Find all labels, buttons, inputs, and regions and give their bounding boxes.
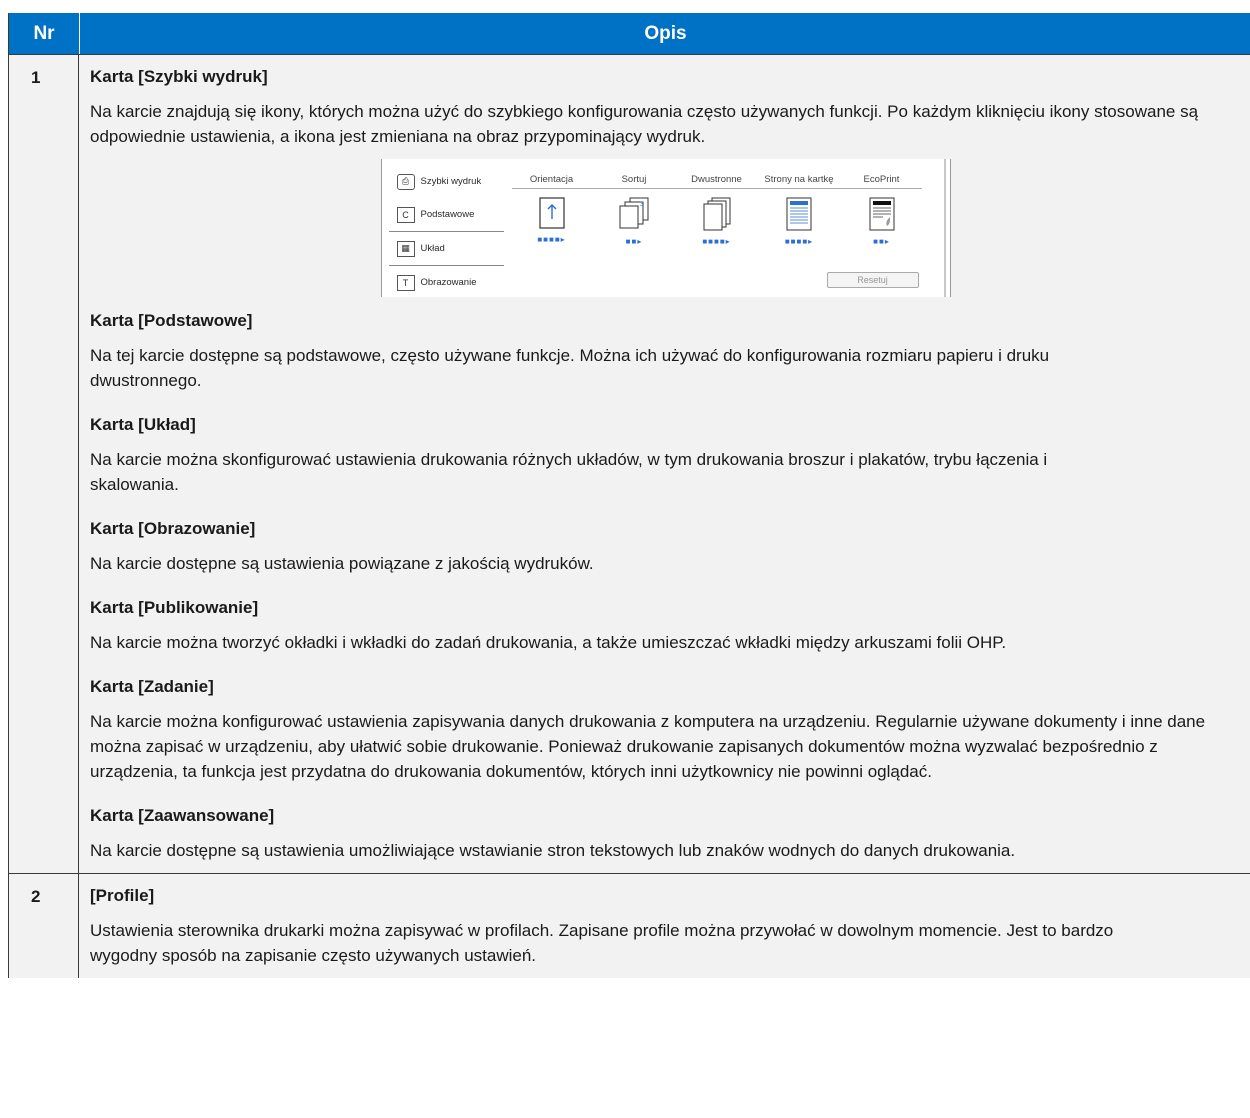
section-text: Na tej karcie dostępne są podstawowe, cz… xyxy=(90,346,1050,390)
section-text: Na karcie znajdują się ikony, których mo… xyxy=(90,102,1199,146)
section-profile: [Profile] Ustawienia sterownika drukarki… xyxy=(79,874,1250,978)
tab-quick-print[interactable]: ⎙ Szybki wydruk xyxy=(388,165,504,198)
section-title: Karta [Układ] xyxy=(90,415,196,434)
duplex-indicator: ■■■■▸ xyxy=(702,237,731,246)
table-header: Nr Opis xyxy=(9,13,1250,54)
section-title: Karta [Podstawowe] xyxy=(90,311,253,330)
section-publishing: Karta [Publikowanie] Na karcie można two… xyxy=(79,586,1250,665)
section-job: Karta [Zadanie] Na karcie można konfigur… xyxy=(79,665,1250,794)
section-advanced: Karta [Zaawansowane] Na karcie dostępne … xyxy=(79,794,1250,873)
table-row: 2 [Profile] Ustawienia sterownika drukar… xyxy=(9,873,1250,978)
column-ecoprint: EcoPrint xyxy=(863,174,900,185)
driver-tabs: ⎙ Szybki wydruk C Podstawowe ▦ Układ T O… xyxy=(388,165,504,297)
section-text: Na karcie dostępne są ustawienia umożliw… xyxy=(90,841,1016,860)
reset-button[interactable]: Resetuj xyxy=(826,272,919,288)
tab-label: Szybki wydruk xyxy=(420,176,482,187)
tab-label: Podstawowe xyxy=(420,209,475,220)
screenshot-edge xyxy=(943,159,946,297)
orientation-cell[interactable]: ■■■■▸ xyxy=(512,197,592,246)
pages-per-sheet-cell[interactable]: ■■■■▸ xyxy=(759,197,839,246)
section-layout: Karta [Układ] Na karcie można skonfiguro… xyxy=(79,403,1250,507)
section-title: Karta [Zaawansowane] xyxy=(90,806,275,825)
layout-icon: ▦ xyxy=(396,240,415,257)
quick-print-panel: Orientacja Sortuj Dwustronne Strony na k… xyxy=(511,167,922,246)
column-collate: Sortuj xyxy=(621,174,647,185)
description-table: Nr Opis 1 Karta [Szybki wydruk] Na karci… xyxy=(8,13,1250,978)
section-title: [Profile] xyxy=(90,886,155,905)
quick-print-icons: ■■■■▸ 3 ■■▸ ■■■■▸ ■■■■▸ ■■▸ xyxy=(512,197,922,246)
driver-screenshot: ⎙ Szybki wydruk C Podstawowe ▦ Układ T O… xyxy=(380,159,951,297)
row-number: 2 xyxy=(9,874,79,978)
column-pages-per-sheet: Strony na kartkę xyxy=(764,174,834,185)
header-opis: Opis xyxy=(644,22,687,44)
section-text: Na karcie dostępne są ustawienia powiąza… xyxy=(90,554,594,573)
header-nr: Nr xyxy=(9,13,80,54)
section-imaging: Karta [Obrazowanie] Na karcie dostępne s… xyxy=(79,507,1250,586)
section-title: Karta [Obrazowanie] xyxy=(90,519,256,538)
tab-label: Układ xyxy=(420,243,445,254)
duplex-cell[interactable]: ■■■■▸ xyxy=(677,197,757,246)
tab-label: Obrazowanie xyxy=(420,277,477,288)
ecoprint-cell[interactable]: ■■▸ xyxy=(842,197,922,246)
tab-imaging[interactable]: T Obrazowanie xyxy=(389,266,504,297)
collate-cell[interactable]: 3 ■■▸ xyxy=(594,197,674,246)
tab-basic[interactable]: C Podstawowe xyxy=(388,198,504,232)
collate-indicator: ■■▸ xyxy=(625,237,643,246)
column-orientation: Orientacja xyxy=(529,174,574,185)
section-text: Na karcie można tworzyć okładki i wkładk… xyxy=(90,633,1007,652)
section-title: Karta [Publikowanie] xyxy=(90,598,259,617)
section-quick-print: Karta [Szybki wydruk] Na karcie znajdują… xyxy=(79,55,1250,299)
collate-icon: 3 xyxy=(619,197,649,229)
column-duplex: Dwustronne xyxy=(691,174,742,185)
portrait-orientation-icon xyxy=(538,197,565,229)
ecoprint-icon xyxy=(869,197,894,231)
tab-layout[interactable]: ▦ Układ xyxy=(388,232,504,266)
ecoprint-indicator: ■■▸ xyxy=(873,237,890,246)
pages-per-sheet-indicator: ■■■■▸ xyxy=(784,237,814,246)
column-headers: Orientacja Sortuj Dwustronne Strony na k… xyxy=(511,174,922,189)
table-row: 1 Karta [Szybki wydruk] Na karcie znajdu… xyxy=(9,54,1250,873)
section-text: Na karcie można skonfigurować ustawienia… xyxy=(90,450,1048,494)
pages-per-sheet-icon xyxy=(786,197,812,231)
driver-screenshot-wrap: ⎙ Szybki wydruk C Podstawowe ▦ Układ T O… xyxy=(90,159,1241,299)
section-title: Karta [Zadanie] xyxy=(90,677,214,696)
duplex-icon xyxy=(703,197,730,231)
row-number: 1 xyxy=(9,55,79,873)
quick-print-icon: ⎙ xyxy=(396,173,415,190)
basic-icon: C xyxy=(396,206,415,223)
section-text: Na karcie można konfigurować ustawienia … xyxy=(90,712,1206,781)
section-basic: Karta [Podstawowe] Na tej karcie dostępn… xyxy=(79,299,1250,403)
row-description: Karta [Szybki wydruk] Na karcie znajdują… xyxy=(79,55,1250,873)
section-text: Ustawienia sterownika drukarki można zap… xyxy=(90,921,1114,965)
imaging-icon: T xyxy=(396,274,415,291)
orientation-indicator: ■■■■▸ xyxy=(537,235,566,244)
section-title: Karta [Szybki wydruk] xyxy=(90,67,268,86)
row-description: [Profile] Ustawienia sterownika drukarki… xyxy=(79,874,1250,978)
